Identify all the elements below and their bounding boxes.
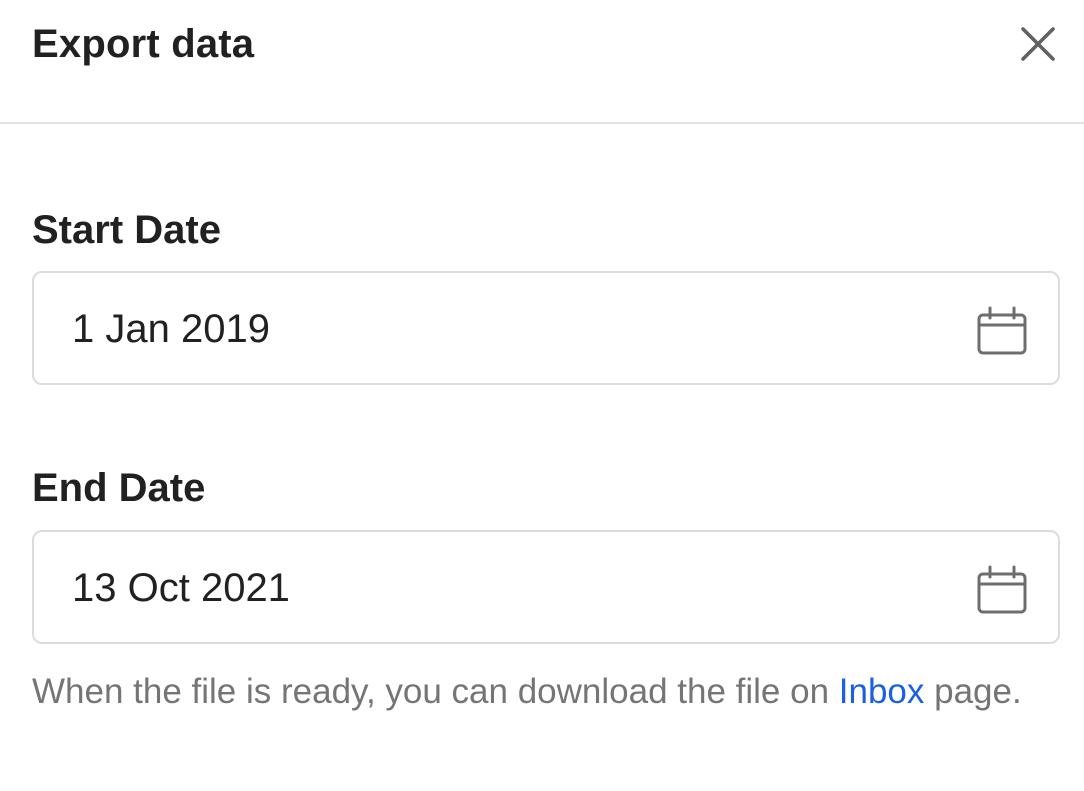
start-date-label: Start Date (32, 208, 221, 252)
close-button[interactable] (1012, 18, 1064, 70)
calendar-icon[interactable] (976, 564, 1030, 618)
start-date-field[interactable]: 1 Jan 2019 (32, 271, 1060, 385)
end-date-label: End Date (32, 466, 206, 510)
end-date-value: 13 Oct 2021 (72, 566, 290, 610)
helper-text-after: page. (924, 672, 1022, 711)
helper-text: When the file is ready, you can download… (32, 662, 1052, 722)
close-icon (1021, 27, 1055, 61)
dialog-header: Export data (0, 0, 1084, 124)
end-date-field[interactable]: 13 Oct 2021 (32, 530, 1060, 644)
export-data-dialog: Export data Start Date 1 Jan 2019 End Da… (0, 0, 1084, 791)
start-date-value: 1 Jan 2019 (72, 307, 270, 351)
inbox-link[interactable]: Inbox (839, 672, 925, 711)
helper-text-before: When the file is ready, you can download… (32, 672, 839, 711)
dialog-title: Export data (32, 22, 255, 66)
calendar-icon[interactable] (976, 305, 1030, 359)
